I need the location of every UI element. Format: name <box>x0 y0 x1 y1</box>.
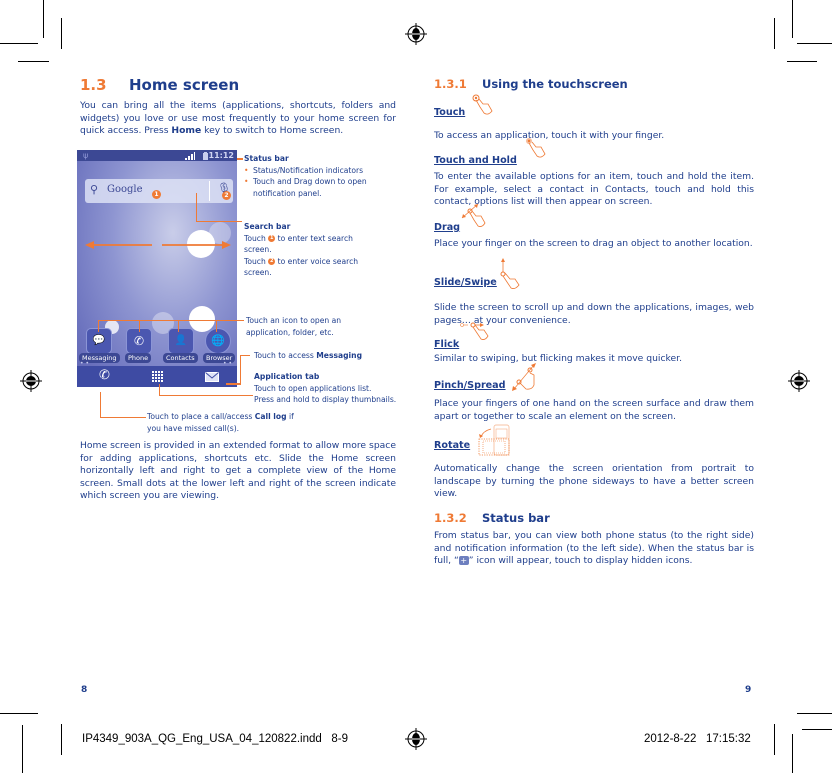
gesture-touch: Touch To access an application, touch it… <box>434 94 754 143</box>
subsection-heading-status-bar: 1.3.2 Status bar <box>434 511 550 525</box>
registration-mark-right <box>788 370 810 392</box>
divider <box>209 181 210 201</box>
search-icon: ⚲ <box>90 183 99 196</box>
app-drawer-icon[interactable] <box>152 371 163 382</box>
gesture-pinch-spread: Pinch/Spread Place your fingers of one h… <box>434 363 754 423</box>
callout-call-log: Touch to place a call/access Call log if… <box>147 412 294 433</box>
pinch-gesture-icon <box>512 363 536 391</box>
section-number: 1.3 <box>80 76 107 94</box>
touch-gesture-icon <box>472 94 493 115</box>
browser-app-icon[interactable]: 🌐 <box>205 328 231 354</box>
gesture-description: Similar to swiping, but flicking makes i… <box>434 353 683 364</box>
print-slug-timestamp: 2012-8-22 17:15:32 <box>644 733 751 745</box>
gesture-title: Rotate <box>434 440 471 451</box>
touch-hold-gesture-icon <box>526 138 546 158</box>
gesture-title: Touch <box>434 107 466 118</box>
gesture-title: Touch and Hold <box>434 155 517 166</box>
gesture-title: Flick <box>434 339 460 350</box>
section-heading: 1.3 Home screen <box>80 76 239 94</box>
gesture-slide-swipe: Slide/Swipe Slide the screen to scroll u… <box>434 258 754 327</box>
phone-home-screen: ψ 11:12 ⚲ Google 1 🎙 2 💬 ✆ 👤 🌐 Messaging… <box>77 150 237 387</box>
gesture-title: Drag <box>434 222 461 233</box>
drag-gesture-icon <box>461 203 486 227</box>
home-key-label: Home <box>171 125 202 137</box>
usb-icon: ψ <box>83 151 89 160</box>
registration-mark-bottom <box>405 728 427 750</box>
gesture-drag: Drag Place your finger on the screen to … <box>434 203 754 251</box>
callout-messaging: Touch to access Messaging <box>254 351 363 360</box>
dock: ✆ <box>77 366 237 387</box>
home-screen-description: Home screen is provided in an extended f… <box>80 440 396 502</box>
badge-2: 2 <box>222 191 231 200</box>
app-label-phone: Phone <box>125 353 152 363</box>
registration-mark-top <box>405 23 427 45</box>
status-time: 11:12 <box>208 151 234 160</box>
expand-status-icon: + <box>458 556 469 566</box>
registration-mark-left <box>20 370 42 392</box>
app-label-contacts: Contacts <box>163 353 198 363</box>
gesture-flick: Flick Similar to swiping, but flicking m… <box>434 322 754 366</box>
subsection-heading-touchscreen: 1.3.1 Using the touchscreen <box>434 77 628 91</box>
section-title: Home screen <box>129 76 240 94</box>
flick-gesture-icon <box>460 322 489 340</box>
gesture-description: Automatically change the screen orientat… <box>434 463 754 500</box>
callout-search-bar: Search bar Touch 1 to enter text search … <box>244 222 359 277</box>
search-placeholder: Google <box>107 184 143 195</box>
signal-icon <box>185 152 195 160</box>
badge-1: 1 <box>152 190 161 199</box>
gesture-rotate: Rotate Automatically change the screen o… <box>434 424 754 501</box>
page-number-left: 8 <box>81 685 88 695</box>
contacts-app-icon[interactable]: 👤 <box>168 328 194 354</box>
messaging-envelope-icon[interactable] <box>205 372 219 382</box>
print-slug-filename: IP4349_903A_QG_Eng_USA_04_120822.indd 8-… <box>82 733 348 745</box>
swipe-arrows-icon <box>85 241 231 249</box>
callout-search-bar-title: Search bar <box>244 222 291 231</box>
intro-paragraph: You can bring all the items (application… <box>80 100 396 137</box>
gesture-title: Pinch/Spread <box>434 380 506 391</box>
rotate-gesture-icon <box>478 424 510 456</box>
callout-application-tab: Application tab Touch to open applicatio… <box>254 372 397 404</box>
callout-app-icon: Touch an icon to open an application, fo… <box>246 316 342 337</box>
callout-status-bar: Status bar • Status/Notification indicato… <box>244 154 367 198</box>
page-number-right: 9 <box>745 685 752 695</box>
google-search-bar[interactable]: ⚲ Google 1 🎙 2 <box>85 179 233 203</box>
messaging-app-icon[interactable]: 💬 <box>86 328 112 354</box>
phone-status-bar[interactable]: ψ 11:12 <box>77 150 237 161</box>
gesture-touch-and-hold: Touch and Hold To enter the available op… <box>434 138 754 209</box>
status-bar-description: From status bar, you can view both phone… <box>434 530 754 567</box>
gesture-description: To access an application, touch it with … <box>434 130 665 141</box>
gesture-description: Place your fingers of one hand on the sc… <box>434 398 754 422</box>
callout-app-tab-title: Application tab <box>254 372 320 381</box>
battery-icon <box>203 152 208 160</box>
gesture-title: Slide/Swipe <box>434 277 497 288</box>
dialer-icon[interactable]: ✆ <box>99 368 110 383</box>
callout-status-bar-title: Status bar <box>244 154 289 163</box>
swipe-gesture-icon <box>500 258 520 289</box>
gesture-description: Place your finger on the screen to drag … <box>434 238 753 249</box>
